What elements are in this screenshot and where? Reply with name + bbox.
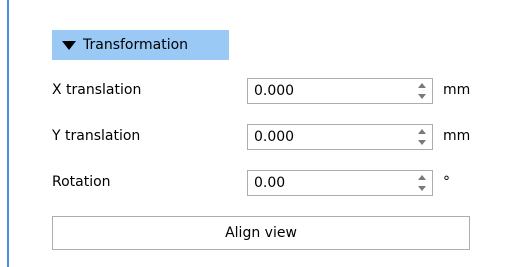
collapse-triangle-icon	[62, 40, 76, 50]
align-view-button[interactable]: Align view	[52, 216, 470, 250]
section-title: Transformation	[83, 37, 189, 53]
x-translation-label: X translation	[52, 82, 142, 98]
spin-down-icon[interactable]	[418, 94, 426, 99]
y-translation-label: Y translation	[52, 128, 141, 144]
spin-up-icon[interactable]	[418, 83, 426, 88]
rotation-row: Rotation °	[52, 170, 482, 196]
rotation-spinbox[interactable]	[247, 170, 433, 196]
x-translation-unit: mm	[443, 82, 471, 98]
transformation-panel: Transformation X translation mm Y transl…	[0, 0, 508, 267]
y-translation-spin-arrows[interactable]	[415, 127, 429, 147]
x-translation-row: X translation mm	[52, 78, 482, 104]
panel-left-border	[7, 0, 9, 267]
spin-up-icon[interactable]	[418, 129, 426, 134]
rotation-spin-arrows[interactable]	[415, 173, 429, 193]
y-translation-spinbox[interactable]	[247, 124, 433, 150]
y-translation-input[interactable]	[254, 125, 404, 149]
y-translation-unit: mm	[443, 128, 471, 144]
spin-down-icon[interactable]	[418, 186, 426, 191]
rotation-label: Rotation	[52, 174, 111, 190]
x-translation-spinbox[interactable]	[247, 78, 433, 104]
x-translation-spin-arrows[interactable]	[415, 81, 429, 101]
spin-up-icon[interactable]	[418, 175, 426, 180]
x-translation-input[interactable]	[254, 79, 404, 103]
rotation-input[interactable]	[254, 171, 404, 195]
spin-down-icon[interactable]	[418, 140, 426, 145]
transformation-section-header[interactable]: Transformation	[52, 30, 229, 60]
rotation-unit: °	[443, 174, 450, 190]
y-translation-row: Y translation mm	[52, 124, 482, 150]
